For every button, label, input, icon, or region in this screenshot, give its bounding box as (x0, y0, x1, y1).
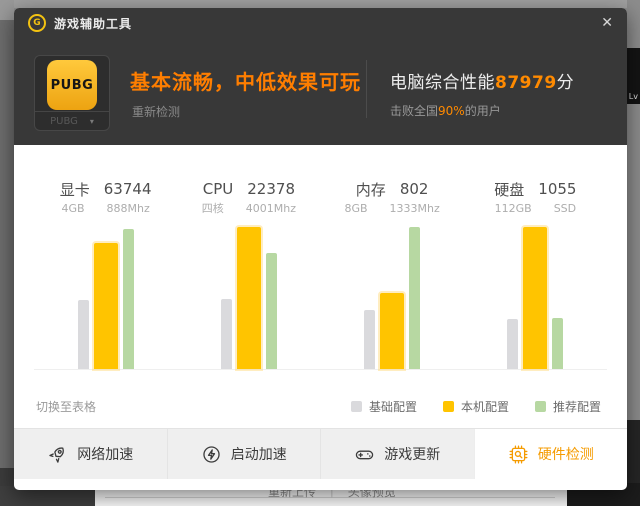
tab-label: 游戏更新 (384, 444, 440, 464)
performance-verdict: 基本流畅，中低效果可玩 (130, 66, 361, 95)
memory-group: 内存 802 8GB 1333Mhz (321, 178, 464, 370)
tab-label: 启动加速 (231, 444, 287, 464)
tab-hardware-check[interactable]: 硬件检测 (474, 429, 628, 479)
bar-local-config (380, 293, 404, 369)
legend-recommended-config: 推荐配置 (535, 398, 601, 415)
level-badge: Lv (629, 92, 638, 101)
switch-to-table-link[interactable]: 切换至表格 (36, 398, 96, 415)
legend-swatch-green (535, 401, 546, 412)
memory-spec-size: 8GB (344, 202, 367, 215)
lightning-icon (201, 444, 222, 465)
memory-bars (321, 226, 464, 370)
chevron-down-icon: ▾ (90, 117, 94, 126)
disk-group: 硬盘 1055 112GB SSD (464, 178, 607, 370)
gpu-label: 显卡 (60, 179, 90, 200)
background-top-strip (0, 0, 640, 8)
app-logo-icon: G (28, 14, 46, 32)
disk-bars (464, 226, 607, 370)
chart-legend: 基础配置 本机配置 推荐配置 (351, 398, 601, 415)
tab-game-update[interactable]: 游戏更新 (320, 429, 474, 479)
cpu-spec-clock: 4001Mhz (246, 202, 296, 215)
beat-prefix: 击败全国 (390, 104, 438, 118)
cpu-spec-cores: 四核 (202, 200, 224, 216)
legend-label: 推荐配置 (553, 398, 601, 415)
legend-basic-config: 基础配置 (351, 398, 417, 415)
disk-score: 1055 (538, 180, 576, 198)
background-left-strip-top (0, 0, 14, 20)
bottom-tab-bar: 网络加速 启动加速 游戏更新 硬件检测 (14, 428, 627, 479)
rocket-icon (47, 444, 68, 465)
memory-label: 内存 (356, 179, 386, 200)
beat-value: 90% (438, 104, 465, 118)
bar-basic-config (364, 310, 375, 369)
bar-local-config (237, 227, 261, 369)
beat-percent-line: 击败全国90%的用户 (390, 102, 501, 119)
game-selector-card[interactable]: PUBG PUBG ▾ (34, 55, 110, 131)
memory-spec-clock: 1333Mhz (390, 202, 440, 215)
cpu-group: CPU 22378 四核 4001Mhz (177, 178, 320, 370)
disk-spec-size: 112GB (495, 202, 532, 215)
close-icon[interactable]: ✕ (601, 16, 613, 30)
bar-local-config (523, 227, 547, 369)
hardware-bar-chart: 显卡 63744 4GB 888Mhz CPU 22378 四核 4001Mhz (34, 178, 607, 370)
legend-swatch-yellow (443, 401, 454, 412)
score-value: 87979 (495, 73, 557, 93)
window-title: 游戏辅助工具 (54, 15, 132, 32)
gpu-spec-memory: 4GB (61, 202, 84, 215)
chart-footer: 切换至表格 基础配置 本机配置 推荐配置 (36, 398, 601, 415)
legend-label: 本机配置 (461, 398, 509, 415)
bar-recommended-config (552, 318, 563, 369)
tab-label: 硬件检测 (538, 444, 594, 464)
cpu-label: CPU (203, 180, 234, 198)
chip-scan-icon (508, 444, 529, 465)
game-select-label: PUBG (50, 116, 78, 127)
retest-button[interactable]: 重新检测 (132, 103, 180, 120)
background-left-strip (0, 0, 14, 506)
gpu-spec-clock: 888Mhz (107, 202, 150, 215)
beat-suffix: 的用户 (465, 104, 501, 118)
tab-label: 网络加速 (77, 444, 133, 464)
bar-recommended-config (123, 229, 134, 369)
cpu-bars (177, 226, 320, 370)
disk-spec-type: SSD (554, 202, 576, 215)
game-select-dropdown[interactable]: PUBG ▾ (35, 111, 109, 130)
tab-network-boost[interactable]: 网络加速 (14, 429, 167, 479)
bar-basic-config (221, 299, 232, 369)
bar-recommended-config (266, 253, 277, 369)
gpu-bars (34, 226, 177, 370)
gpu-score: 63744 (104, 180, 152, 198)
bar-local-config (94, 243, 118, 369)
bar-basic-config (507, 319, 518, 369)
header-divider (366, 60, 367, 118)
pubg-game-logo: PUBG (47, 60, 97, 110)
cpu-score: 22378 (247, 180, 295, 198)
gamepad-icon (354, 444, 375, 465)
score-label: 电脑综合性能 (390, 73, 495, 93)
legend-swatch-gray (351, 401, 362, 412)
hardware-check-dialog: G 游戏辅助工具 ✕ PUBG PUBG ▾ 基本流畅，中低效果可玩 重新检测 … (14, 8, 627, 490)
overall-score: 电脑综合性能87979分 (390, 68, 574, 93)
disk-label: 硬盘 (494, 179, 524, 200)
gpu-group: 显卡 63744 4GB 888Mhz (34, 178, 177, 370)
legend-local-config: 本机配置 (443, 398, 509, 415)
legend-label: 基础配置 (369, 398, 417, 415)
bar-recommended-config (409, 227, 420, 369)
score-unit: 分 (557, 73, 575, 93)
memory-score: 802 (400, 180, 429, 198)
bar-basic-config (78, 300, 89, 369)
tab-launch-boost[interactable]: 启动加速 (167, 429, 321, 479)
title-bar: G 游戏辅助工具 ✕ (14, 8, 627, 38)
